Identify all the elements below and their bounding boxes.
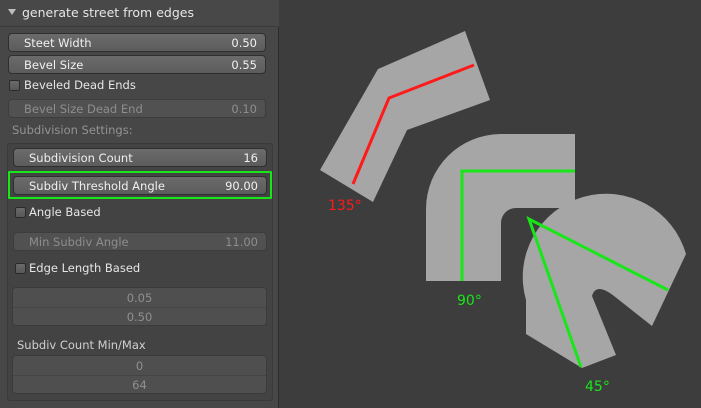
bevel-size-field[interactable]: Bevel Size 0.55 [8, 55, 266, 74]
collapse-arrow-icon[interactable] [8, 9, 16, 15]
street-width-value: 0.50 [231, 36, 257, 50]
range-divider [13, 375, 266, 376]
subdiv-count-min-field[interactable]: 0 [13, 359, 266, 373]
subdiv-threshold-angle-label: Subdiv Threshold Angle [29, 179, 165, 193]
subdiv-threshold-angle-value: 90.00 [225, 179, 258, 193]
subdiv-count-minmax-label: Subdiv Count Min/Max [17, 338, 146, 352]
angle-label-45: 45° [585, 379, 610, 395]
angle-based-checkbox[interactable] [15, 207, 26, 218]
street-angle-diagram: 135° 90° 45° [320, 31, 686, 395]
edge-length-min-field[interactable]: 0.05 [13, 291, 266, 305]
edge-length-based-label: Edge Length Based [29, 261, 141, 275]
bevel-size-dead-end-field[interactable]: Bevel Size Dead End 0.10 [8, 99, 266, 118]
subdivision-count-label: Subdivision Count [29, 151, 133, 165]
min-subdiv-angle-value: 11.00 [225, 235, 258, 249]
subdivision-settings-label: Subdivision Settings: [12, 123, 133, 137]
subdiv-count-range: 0 64 [12, 355, 267, 394]
bevel-size-label: Bevel Size [24, 58, 84, 72]
angle-based-label: Angle Based [29, 205, 101, 219]
edge-length-based-checkbox[interactable] [15, 263, 26, 274]
angle-label-135: 135° [328, 198, 362, 214]
edge-length-range: 0.05 0.50 [12, 287, 267, 326]
subdiv-count-max-field[interactable]: 64 [13, 378, 266, 392]
street-width-label: Steet Width [24, 36, 92, 50]
bevel-size-dead-end-value: 0.10 [231, 102, 257, 116]
beveled-dead-ends-checkbox[interactable] [9, 80, 20, 91]
min-subdiv-angle-field[interactable]: Min Subdiv Angle 11.00 [13, 232, 267, 251]
street-shape-45 [522, 193, 686, 368]
operator-panel: generate street from edges Steet Width 0… [0, 0, 279, 408]
range-divider [13, 307, 266, 308]
min-subdiv-angle-label: Min Subdiv Angle [29, 235, 129, 249]
street-width-field[interactable]: Steet Width 0.50 [8, 33, 266, 52]
angle-label-90: 90° [457, 293, 482, 309]
subdivision-count-value: 16 [243, 151, 258, 165]
subdivision-count-field[interactable]: Subdivision Count 16 [13, 148, 267, 167]
panel-header[interactable]: generate street from edges [0, 0, 279, 27]
bevel-size-dead-end-label: Bevel Size Dead End [24, 102, 143, 116]
subdiv-threshold-angle-field[interactable]: Subdiv Threshold Angle 90.00 [13, 176, 267, 195]
panel-title: generate street from edges [22, 5, 194, 20]
beveled-dead-ends-label: Beveled Dead Ends [24, 78, 136, 92]
bevel-size-value: 0.55 [231, 58, 257, 72]
edge-length-max-field[interactable]: 0.50 [13, 310, 266, 324]
